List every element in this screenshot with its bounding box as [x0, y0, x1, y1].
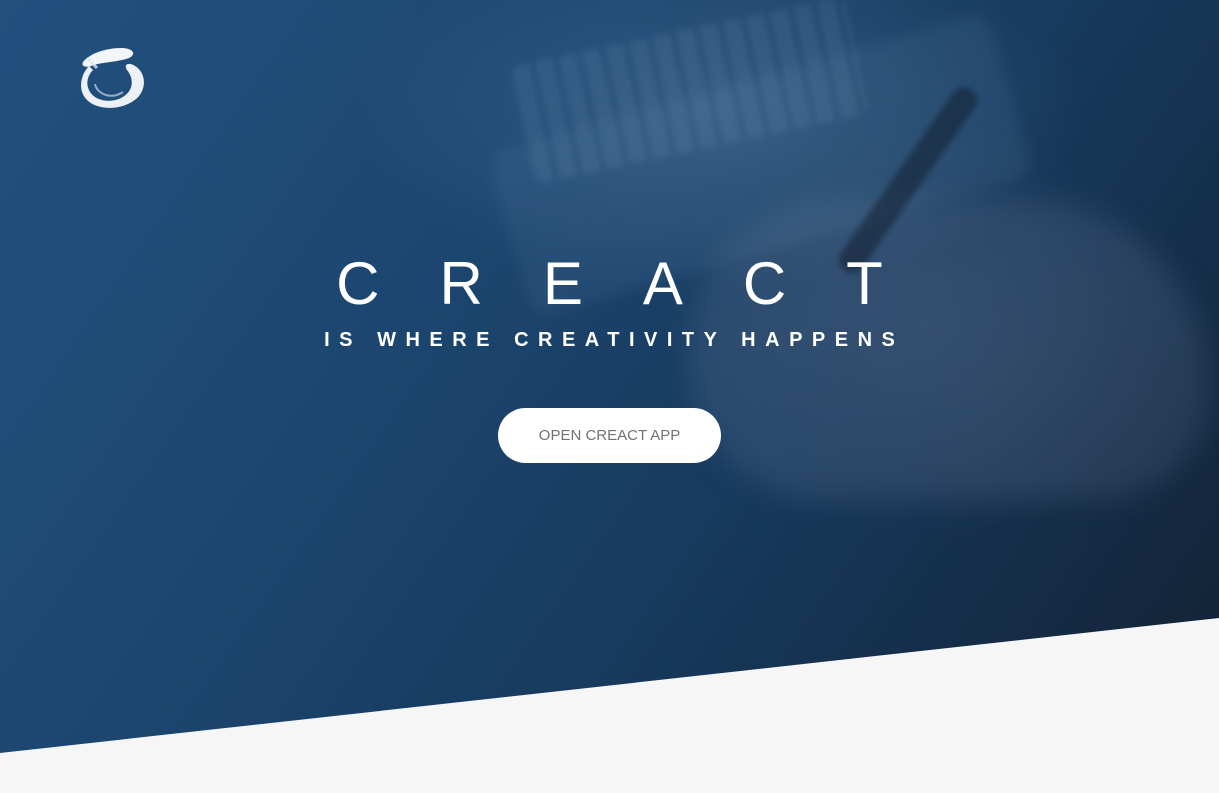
- lower-section: [0, 753, 1219, 793]
- brush-circle-logo-icon[interactable]: [75, 44, 147, 112]
- open-app-button[interactable]: OPEN CREACT APP: [498, 408, 721, 463]
- hero-tagline: IS WHERE CREATIVITY HAPPENS: [324, 329, 905, 351]
- hero-section: CREACT IS WHERE CREATIVITY HAPPENS OPEN …: [0, 0, 1219, 753]
- landing-page: CREACT IS WHERE CREATIVITY HAPPENS OPEN …: [0, 0, 1219, 793]
- hero-title: CREACT: [336, 250, 943, 317]
